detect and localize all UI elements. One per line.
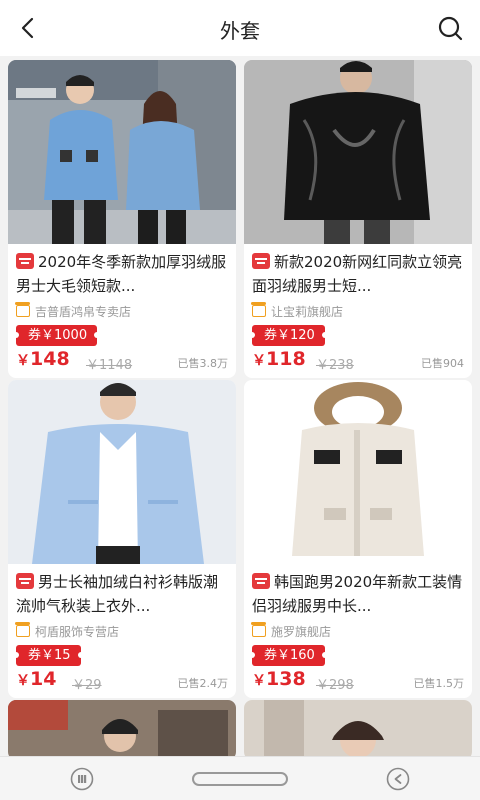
shop-icon (251, 302, 266, 317)
product-image[interactable] (8, 60, 236, 244)
coupon-badge[interactable]: 券￥15 (13, 645, 84, 666)
product-image[interactable] (8, 700, 236, 756)
original-price: ￥298 (316, 678, 354, 693)
product-card[interactable]: 男士长袖加绒白衬衫韩版潮流帅气秋装上衣外... 柯盾服饰专营店 券￥15 ￥14… (8, 380, 236, 698)
shop-icon (15, 622, 30, 637)
tmall-badge-icon (252, 253, 270, 269)
price-row: ￥14 ￥29 已售2.4万 (16, 668, 228, 694)
page-title: 外套 (220, 19, 260, 43)
sold-count: 已售1.5万 (413, 677, 465, 690)
product-title[interactable]: 男士长袖加绒白衬衫韩版潮流帅气秋装上衣外... (16, 570, 228, 618)
coupon-badge[interactable]: 券￥160 (249, 645, 328, 666)
current-price: ￥148 (16, 348, 70, 370)
product-title[interactable]: 2020年冬季新款加厚羽绒服男士大毛领短款... (16, 250, 228, 298)
price-row: ￥118 ￥238 已售904 (252, 348, 464, 374)
product-card[interactable]: 2020年冬季新款加厚羽绒服男士大毛领短款... 吉普盾鸿帛专卖店 券￥1000… (8, 60, 236, 378)
price-row: ￥138 ￥298 已售1.5万 (252, 668, 464, 694)
original-price: ￥1148 (86, 358, 133, 373)
product-card[interactable] (244, 700, 472, 756)
product-card[interactable]: 韩国跑男2020年新款工装情侣羽绒服男中长... 施罗旗舰店 券￥160 ￥13… (244, 380, 472, 698)
product-card[interactable]: 新款2020新网红同款立领亮面羽绒服男士短... 让宝莉旗舰店 券￥120 ￥1… (244, 60, 472, 378)
product-image[interactable] (244, 700, 472, 756)
coupon-badge[interactable]: 券￥120 (249, 325, 328, 346)
shop-icon (251, 622, 266, 637)
tmall-badge-icon (16, 253, 34, 269)
sold-count: 已售3.8万 (177, 357, 229, 370)
price-row: ￥148 ￥1148 已售3.8万 (16, 348, 228, 374)
product-title[interactable]: 新款2020新网红同款立领亮面羽绒服男士短... (252, 250, 464, 298)
tmall-badge-icon (16, 573, 34, 589)
shop-name: 让宝莉旗舰店 (271, 304, 344, 319)
product-image[interactable] (244, 380, 472, 564)
sold-count: 已售904 (421, 357, 464, 370)
bottom-navigation-bar (0, 756, 480, 800)
current-price: ￥118 (252, 348, 306, 370)
product-title[interactable]: 韩国跑男2020年新款工装情侣羽绒服男中长... (252, 570, 464, 618)
shop-name-row[interactable]: 柯盾服饰专营店 (15, 622, 120, 640)
shop-name: 吉普盾鸿帛专卖店 (35, 304, 132, 319)
tmall-badge-icon (252, 573, 270, 589)
shop-name-row[interactable]: 施罗旗舰店 (251, 622, 332, 640)
shop-name: 柯盾服饰专营店 (35, 624, 120, 639)
search-icon[interactable] (436, 14, 464, 42)
shop-name-row[interactable]: 让宝莉旗舰店 (251, 302, 344, 320)
product-image[interactable] (244, 60, 472, 244)
coupon-badge[interactable]: 券￥1000 (12, 325, 101, 346)
current-price: ￥138 (252, 668, 306, 690)
shop-name-row[interactable]: 吉普盾鸿帛专卖店 (15, 302, 132, 320)
original-price: ￥238 (316, 358, 354, 373)
shop-name: 施罗旗舰店 (271, 624, 332, 639)
product-card[interactable] (8, 700, 236, 756)
product-image[interactable] (8, 380, 236, 564)
home-indicator[interactable] (192, 772, 288, 786)
shop-icon (15, 302, 30, 317)
nav-back-icon[interactable] (386, 767, 410, 791)
nav-menu-icon[interactable] (70, 767, 94, 791)
top-bar: 外套 (0, 0, 480, 56)
sold-count: 已售2.4万 (177, 677, 229, 690)
original-price: ￥29 (72, 678, 102, 693)
current-price: ￥14 (16, 668, 57, 690)
product-grid: 2020年冬季新款加厚羽绒服男士大毛领短款... 吉普盾鸿帛专卖店 券￥1000… (0, 56, 480, 756)
